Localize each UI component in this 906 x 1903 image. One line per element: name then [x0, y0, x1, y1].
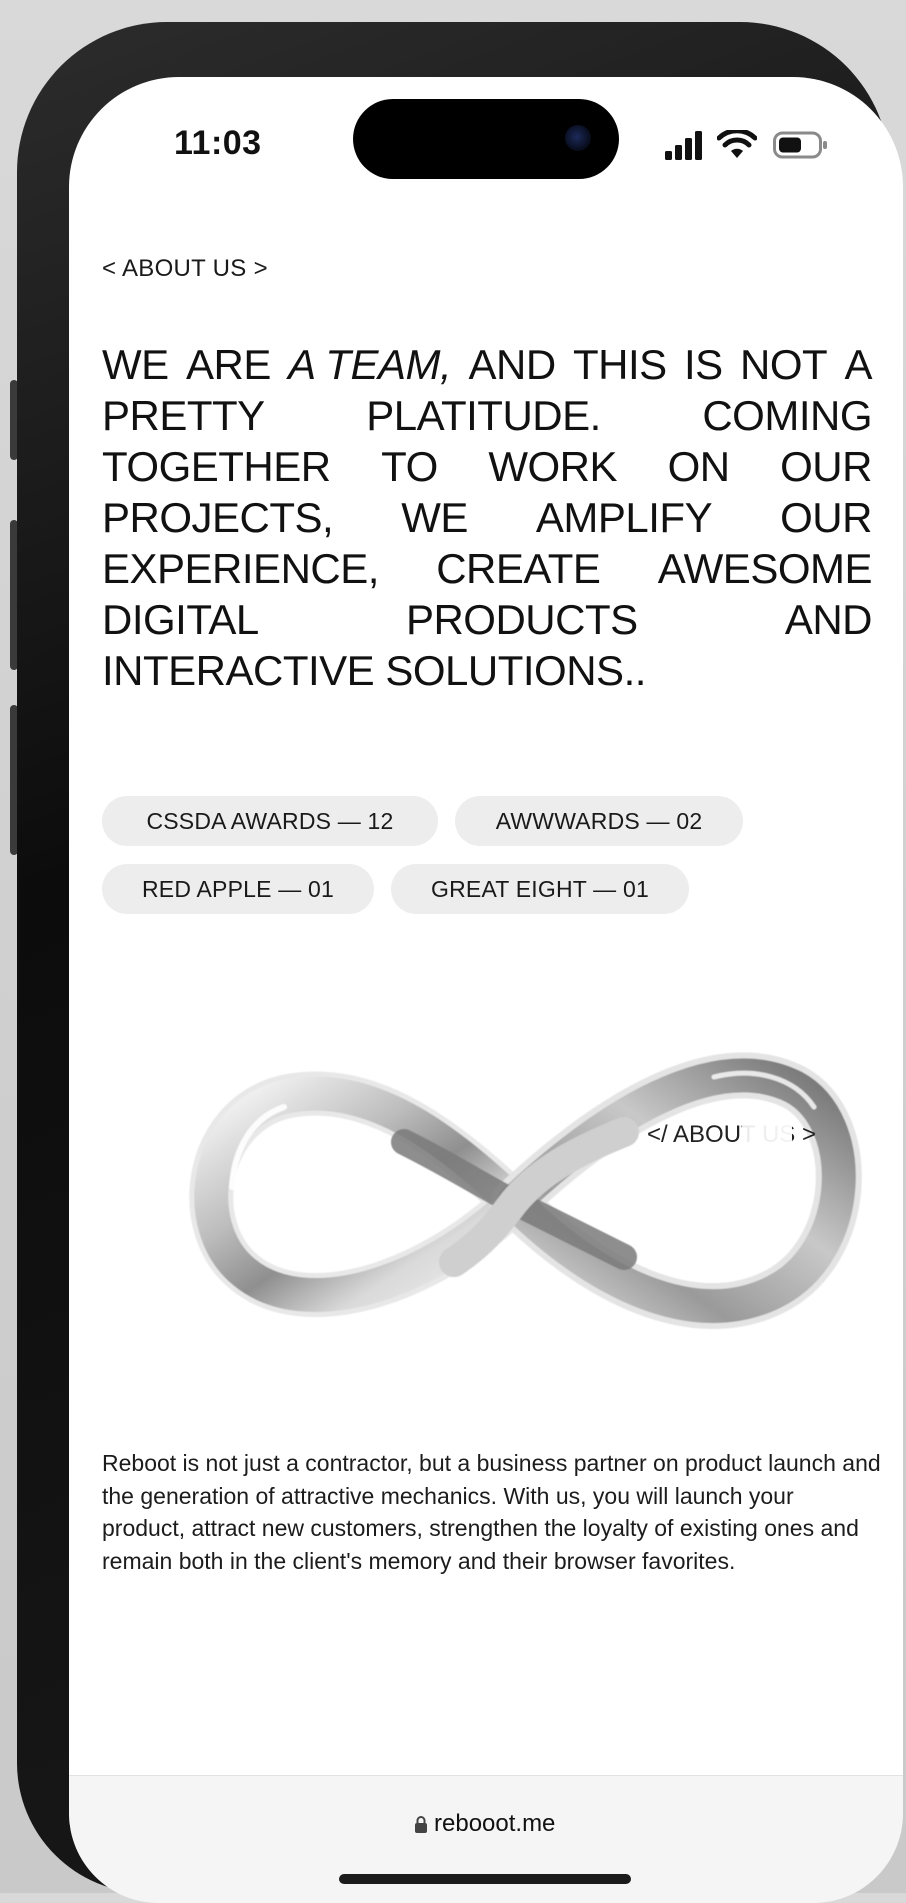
headline-word: PRODUCTS [405, 596, 638, 643]
headline-word: OUR [780, 494, 872, 541]
headline-word: OUR [780, 443, 872, 490]
about-headline: WE ARE A TEAM, AND THIS IS NOT A PRETTY … [102, 339, 873, 696]
headline-word: IS [683, 341, 723, 388]
award-chip[interactable]: RED APPLE — 01 [102, 864, 374, 914]
headline-word: WE [102, 341, 169, 388]
headline-word: AMPLIFY [535, 494, 713, 541]
award-chip[interactable]: CSSDA AWARDS — 12 [102, 796, 438, 846]
headline-word: WORK [488, 443, 617, 490]
section-eyebrow: < ABOUT US > [102, 255, 268, 282]
headline-line: WE ARE A TEAM, AND THIS IS NOT A [102, 339, 872, 390]
headline-emphasis: A TEAM, [288, 341, 452, 388]
headline-line: PRETTY PLATITUDE. COMING [102, 390, 872, 441]
lock-icon [415, 1816, 427, 1833]
headline-word: CREATE [436, 545, 601, 592]
headline-line: INTERACTIVE SOLUTIONS.. [102, 645, 872, 696]
headline-line: PROJECTS, WE AMPLIFY OUR [102, 492, 872, 543]
signal-icon [665, 131, 702, 160]
phone-screen: 11:03 < ABOUT US > WE ARE A TEAM, AND TH… [69, 77, 903, 1903]
headline-line: DIGITAL PRODUCTS AND [102, 594, 873, 645]
url-text: rebooot.me [434, 1810, 556, 1837]
section-closing-tag: </ ABOUT US > [647, 1117, 816, 1153]
headline-word: AND [784, 596, 873, 643]
phone-frame: 11:03 < ABOUT US > WE ARE A TEAM, AND TH… [17, 22, 903, 1903]
wifi-icon [717, 130, 757, 158]
infinity-overlap [742, 1117, 792, 1153]
headline-word: EXPERIENCE, [102, 545, 379, 592]
infinity-3d-graphic [189, 1052, 862, 1329]
headline-word: A [844, 341, 872, 388]
headline-word: THIS [572, 341, 667, 388]
home-indicator[interactable] [339, 1874, 631, 1884]
status-time: 11:03 [174, 124, 262, 162]
headline-word: ARE [185, 341, 271, 388]
headline-word: ON [667, 443, 731, 490]
headline-word: DIGITAL [102, 596, 259, 643]
headline-word: COMING [702, 392, 872, 439]
battery-icon [773, 131, 827, 159]
camera-icon [565, 125, 591, 151]
award-chip[interactable]: AWWWARDS — 02 [455, 796, 743, 846]
headline-line: TOGETHER TO WORK ON OUR [102, 441, 872, 492]
headline-word: NOT [740, 341, 828, 388]
headline-word: TOGETHER [102, 443, 331, 490]
headline-word: AND [468, 341, 556, 388]
headline-word: TO [381, 443, 438, 490]
url-display[interactable]: rebooot.me [414, 1810, 555, 1838]
browser-url-bar[interactable]: rebooot.me [69, 1775, 903, 1903]
headline-word: PRETTY [102, 392, 265, 439]
headline-word: WE [401, 494, 468, 541]
headline-word: INTERACTIVE SOLUTIONS.. [102, 647, 646, 694]
headline-line: EXPERIENCE, CREATE AWESOME [102, 543, 873, 594]
headline-word: AWESOME [657, 545, 873, 592]
headline-word: PROJECTS, [102, 494, 334, 541]
dynamic-island [353, 99, 619, 179]
headline-word: PLATITUDE. [366, 392, 601, 439]
award-chip[interactable]: GREAT EIGHT — 01 [391, 864, 689, 914]
about-paragraph: Reboot is not just a contractor, but a b… [102, 1450, 881, 1574]
